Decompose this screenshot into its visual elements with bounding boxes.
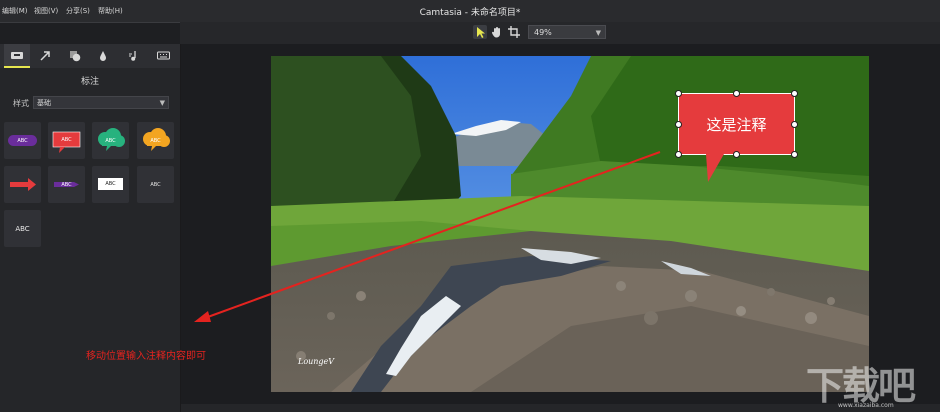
tab-drop[interactable] — [90, 44, 116, 68]
window-title: Camtasia - 未命名项目* — [419, 8, 521, 18]
resize-handle[interactable] — [675, 90, 682, 97]
resize-handle[interactable] — [675, 121, 682, 128]
chevron-down-icon: ▼ — [595, 29, 601, 37]
tab-annotations[interactable] — [4, 44, 30, 68]
callout-tile-text[interactable]: ABC — [137, 166, 174, 203]
tab-transition[interactable] — [62, 44, 88, 68]
tab-audio[interactable] — [120, 44, 146, 68]
callout-tail — [706, 154, 724, 182]
tab-keyboard[interactable] — [150, 44, 176, 68]
style-dropdown[interactable]: 基础 ▼ — [33, 96, 169, 109]
callout-tile-red-arrow[interactable] — [4, 166, 41, 203]
resize-handle[interactable] — [791, 121, 798, 128]
resize-handle[interactable] — [733, 151, 740, 158]
instruction-text: 移动位置输入注释内容即可 — [86, 351, 206, 362]
annotation-callout[interactable]: 这是注释 — [678, 93, 795, 155]
panel-title: 标注 — [80, 77, 99, 87]
chevron-down-icon: ▼ — [159, 99, 165, 107]
zoom-value: 49% — [534, 28, 552, 37]
tile-label: ABC — [61, 182, 72, 188]
hand-icon[interactable] — [490, 25, 504, 39]
tile-label: ABC — [105, 138, 116, 144]
resize-handle[interactable] — [791, 151, 798, 158]
annotation-text[interactable]: 这是注释 — [679, 114, 794, 135]
resize-handle[interactable] — [791, 90, 798, 97]
callout-tile-purple-arrow[interactable]: ABC — [48, 166, 85, 203]
style-label: 样式 — [13, 99, 29, 108]
callout-tile-orange-cloud[interactable]: ABC — [137, 122, 174, 159]
callout-tile-green-cloud[interactable]: ABC — [92, 122, 129, 159]
tile-label: ABC — [150, 138, 161, 144]
callout-tile-text-large[interactable]: ABC — [4, 210, 41, 247]
crop-icon[interactable] — [507, 25, 521, 39]
callout-tile-white-rect[interactable]: ABC — [92, 166, 129, 203]
pointer-icon[interactable] — [473, 25, 487, 39]
site-watermark-url: www.xiazaiba.com — [838, 402, 894, 409]
style-value: 基础 — [37, 99, 51, 107]
menubar: 编辑(M) 视图(V) 分享(S) 帮助(H) Camtasia - 未命名项目… — [0, 0, 940, 23]
tile-label: ABC — [61, 137, 72, 143]
callout-tile-red-speech[interactable]: ABC — [48, 122, 85, 159]
zoom-select[interactable]: 49% ▼ — [528, 25, 606, 39]
tile-label: ABC — [105, 181, 116, 187]
tool-tabs — [0, 44, 180, 68]
image-watermark: LoungeV — [298, 357, 335, 366]
tile-label: ABC — [15, 225, 30, 233]
callout-tile-purple-pill[interactable]: ABC — [4, 122, 41, 159]
tile-label: ABC — [17, 138, 28, 144]
tile-label: ABC — [150, 182, 161, 188]
resize-handle[interactable] — [733, 90, 740, 97]
tab-arrow[interactable] — [32, 44, 58, 68]
resize-handle[interactable] — [675, 151, 682, 158]
